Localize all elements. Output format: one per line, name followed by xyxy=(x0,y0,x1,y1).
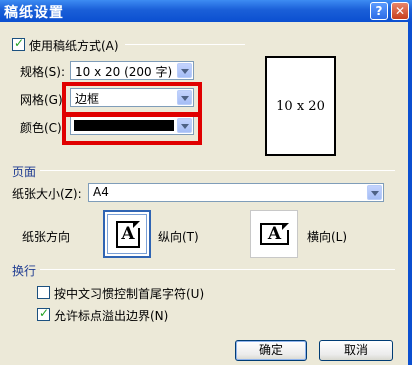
highlight-box xyxy=(62,113,202,145)
grid-label: 网格(G): xyxy=(20,93,67,107)
orientation-label: 纸张方向 xyxy=(22,230,71,244)
use-manuscript-checkbox[interactable]: ✓ xyxy=(12,36,25,51)
punctuation-overflow-checkbox[interactable]: ✓ xyxy=(37,306,50,321)
preview-pane: 10 x 20 xyxy=(265,56,336,156)
preview-text: 10 x 20 xyxy=(276,99,325,114)
window-border xyxy=(408,22,412,365)
highlight-box xyxy=(62,82,202,116)
close-button[interactable]: ✕ xyxy=(391,2,409,20)
use-manuscript-label: 使用稿纸方式(A) xyxy=(29,39,119,53)
divider xyxy=(40,170,395,171)
punctuation-overflow-label[interactable]: 允许标点溢出边界(N) xyxy=(54,307,168,324)
divider xyxy=(40,269,395,270)
spec-value: 10 x 20 (200 字) xyxy=(75,65,173,79)
landscape-option[interactable]: A xyxy=(250,210,298,258)
checkmark-icon: ✓ xyxy=(14,36,25,50)
help-button[interactable]: ? xyxy=(370,2,388,20)
portrait-label[interactable]: 纵向(T) xyxy=(158,228,199,245)
paper-size-value: A4 xyxy=(93,185,109,199)
title-bar: 稿纸设置 xyxy=(0,0,412,22)
ok-button[interactable]: 确定 xyxy=(235,340,307,361)
page-section-title: 页面 xyxy=(12,165,37,179)
checkmark-icon: ✓ xyxy=(39,306,50,320)
spec-label: 规格(S): xyxy=(20,65,66,79)
chevron-down-icon[interactable] xyxy=(367,185,382,200)
divider xyxy=(125,44,245,45)
cancel-button[interactable]: 取消 xyxy=(319,340,393,361)
portrait-page-icon: A xyxy=(116,221,140,248)
landscape-page-icon: A xyxy=(260,223,289,245)
landscape-label[interactable]: 横向(L) xyxy=(307,228,347,245)
spec-select[interactable]: 10 x 20 (200 字) xyxy=(70,61,194,80)
paper-size-select[interactable]: A4 xyxy=(88,183,384,202)
chinese-rules-checkbox[interactable] xyxy=(37,286,50,299)
paper-size-label: 纸张大小(Z): xyxy=(12,187,82,201)
dialog-title: 稿纸设置 xyxy=(4,5,64,21)
chevron-down-icon[interactable] xyxy=(177,63,192,78)
color-label: 颜色(C): xyxy=(20,121,66,135)
portrait-option[interactable]: A xyxy=(103,210,151,258)
chinese-rules-label[interactable]: 按中文习惯控制首尾字符(U) xyxy=(54,285,204,302)
wrap-section-title: 换行 xyxy=(12,264,37,278)
